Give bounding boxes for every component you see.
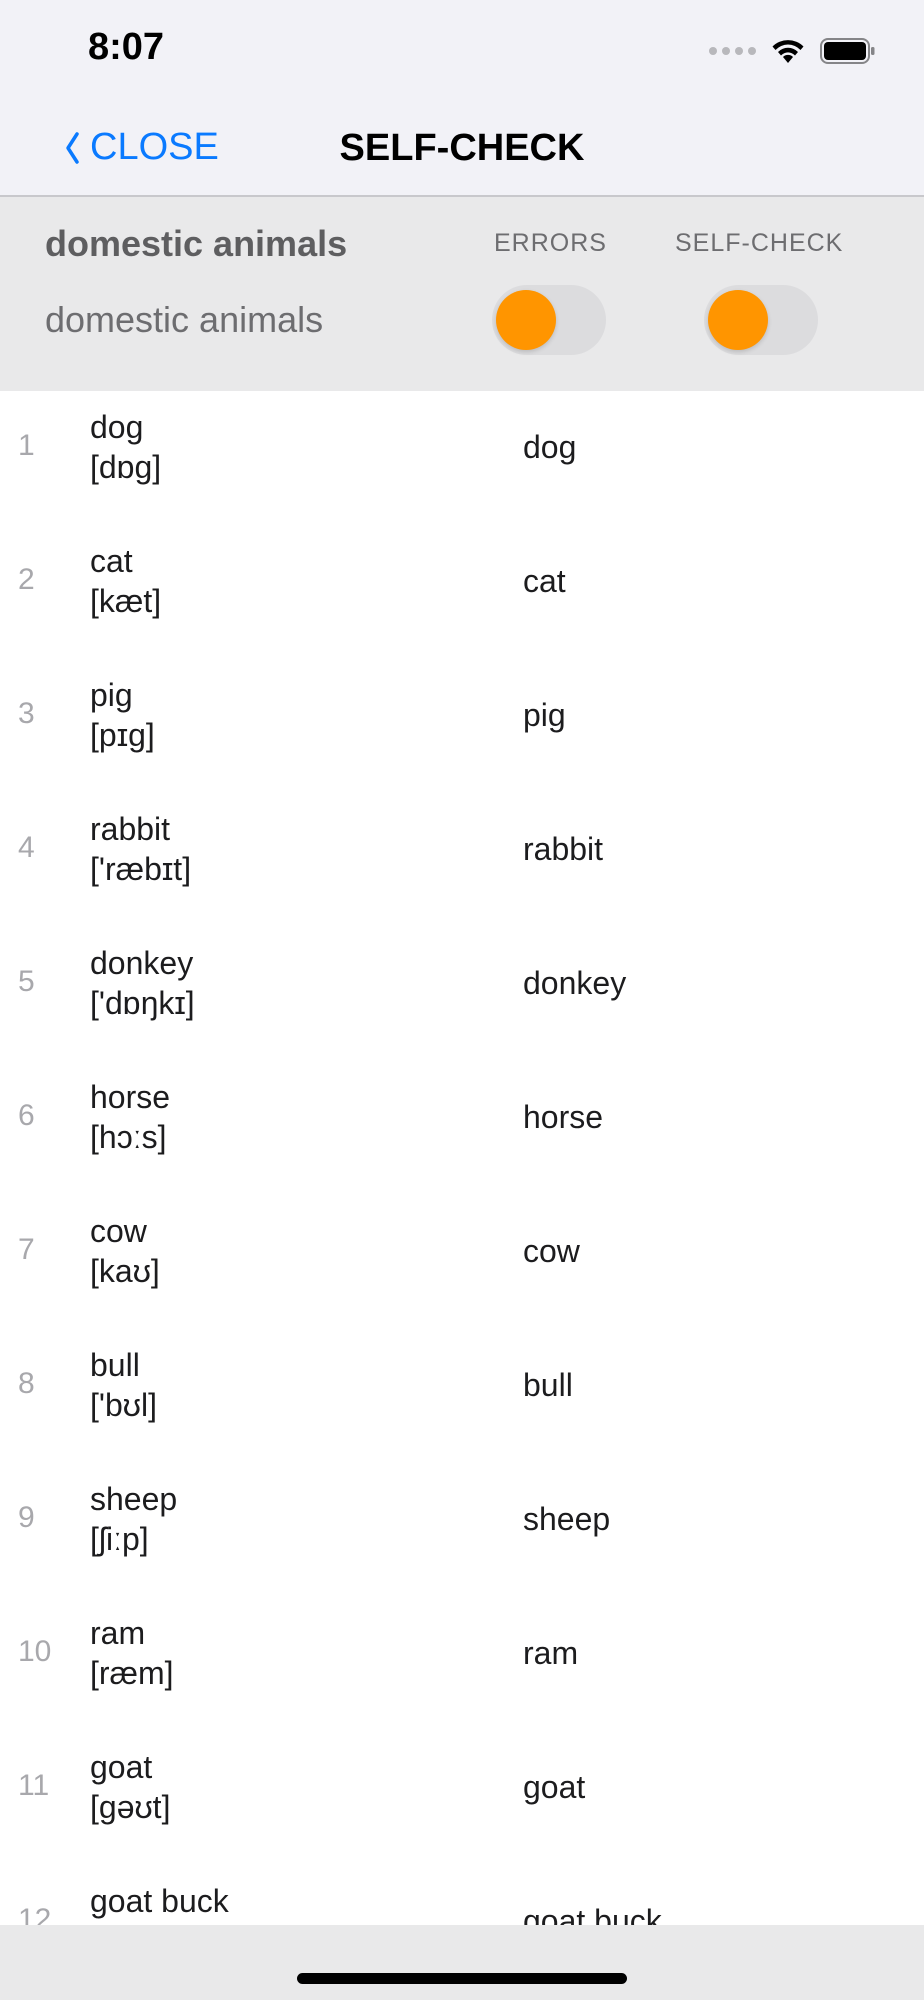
status-icons — [709, 34, 876, 68]
row-transcription: ['ræbɪt] — [90, 851, 192, 887]
errors-label: ERRORS — [494, 229, 607, 257]
row-word: goat — [90, 1749, 153, 1785]
set-subtitle: domestic animals — [45, 299, 324, 340]
word-list[interactable]: 1 dog [dɒg] dog 2 cat [kæt] cat 3 pig [pɪg] pig 4 rab… — [0, 391, 924, 1925]
row-word: donkey — [90, 945, 194, 981]
row-transcription: ['dɒŋkɪ] — [90, 985, 195, 1021]
list-item[interactable]: 1 dog [dɒg] dog — [0, 391, 924, 525]
row-answer: dog — [523, 429, 577, 465]
row-transcription: ['bʊl] — [90, 1387, 157, 1423]
list-item[interactable]: 2 cat [kæt] cat — [0, 525, 924, 659]
row-answer: cat — [523, 563, 566, 599]
list-item[interactable]: 8 bull ['bʊl] bull — [0, 1329, 924, 1463]
set-title: domestic animals — [45, 223, 348, 264]
set-header: domestic animals domestic animals ERRORS… — [0, 197, 924, 391]
list-item[interactable]: 5 donkey ['dɒŋkɪ] donkey — [0, 927, 924, 1061]
row-answer: goat buck — [523, 1903, 662, 1925]
row-transcription: [hɔːs] — [90, 1119, 167, 1155]
row-answer: goat — [523, 1769, 586, 1805]
row-word: sheep — [90, 1481, 178, 1517]
row-answer: cow — [523, 1233, 580, 1269]
page-title: SELF-CHECK — [339, 127, 585, 169]
row-number: 2 — [18, 563, 35, 596]
row-number: 5 — [18, 965, 35, 998]
row-word: dog — [90, 409, 144, 445]
errors-toggle[interactable] — [492, 285, 606, 355]
row-number: 6 — [18, 1099, 35, 1132]
row-number: 1 — [18, 429, 35, 462]
row-answer: ram — [523, 1635, 579, 1671]
row-answer: pig — [523, 697, 566, 733]
row-number: 3 — [18, 697, 35, 730]
row-transcription: [kaʊ] — [90, 1253, 160, 1289]
row-word: cat — [90, 543, 133, 579]
row-transcription: [pɪg] — [90, 717, 155, 753]
row-word: rabbit — [90, 811, 171, 847]
row-word: goat buck — [90, 1883, 229, 1919]
row-number: 9 — [18, 1501, 35, 1534]
row-number: 10 — [18, 1635, 52, 1668]
row-answer: donkey — [523, 965, 627, 1001]
home-area — [0, 1925, 924, 2000]
row-number: 8 — [18, 1367, 35, 1400]
row-word: bull — [90, 1347, 140, 1383]
row-word: horse — [90, 1079, 171, 1115]
row-answer: rabbit — [523, 831, 604, 867]
list-item[interactable]: 11 goat [gəʊt] goat — [0, 1731, 924, 1865]
home-indicator[interactable] — [297, 1973, 627, 1984]
self-check-toggle[interactable] — [704, 285, 818, 355]
list-item[interactable]: 10 ram [ræm] ram — [0, 1597, 924, 1731]
signal-dots-icon — [709, 47, 756, 55]
list-item[interactable]: 7 cow [kaʊ] cow — [0, 1195, 924, 1329]
row-answer: horse — [523, 1099, 604, 1135]
row-word: ram — [90, 1615, 146, 1651]
toggle-knob — [496, 290, 556, 350]
row-number: 4 — [18, 831, 35, 864]
list-item[interactable]: 12 goat buck goat buck — [0, 1865, 924, 1925]
list-item[interactable]: 3 pig [pɪg] pig — [0, 659, 924, 793]
row-word: cow — [90, 1213, 147, 1249]
wifi-icon — [772, 40, 804, 63]
row-number: 11 — [18, 1769, 50, 1802]
row-word: pig — [90, 677, 133, 713]
row-answer: bull — [523, 1367, 573, 1403]
row-number: 7 — [18, 1233, 35, 1266]
nav-bar: CLOSE SELF-CHECK — [0, 100, 924, 197]
status-time: 8:07 — [88, 26, 165, 68]
row-transcription: [gəʊt] — [90, 1789, 171, 1825]
self-check-label: SELF-CHECK — [675, 229, 844, 257]
row-transcription: [ræm] — [90, 1655, 174, 1691]
row-transcription: [ʃiːp] — [90, 1521, 149, 1557]
row-transcription: [dɒg] — [90, 449, 162, 485]
row-number: 12 — [18, 1903, 52, 1925]
list-item[interactable]: 9 sheep [ʃiːp] sheep — [0, 1463, 924, 1597]
list-item[interactable]: 4 rabbit ['ræbɪt] rabbit — [0, 793, 924, 927]
row-answer: sheep — [523, 1501, 611, 1537]
status-bar: 8:07 — [0, 0, 924, 100]
row-transcription: [kæt] — [90, 583, 162, 619]
list-item[interactable]: 6 horse [hɔːs] horse — [0, 1061, 924, 1195]
toggle-knob — [708, 290, 768, 350]
battery-icon — [820, 38, 875, 64]
